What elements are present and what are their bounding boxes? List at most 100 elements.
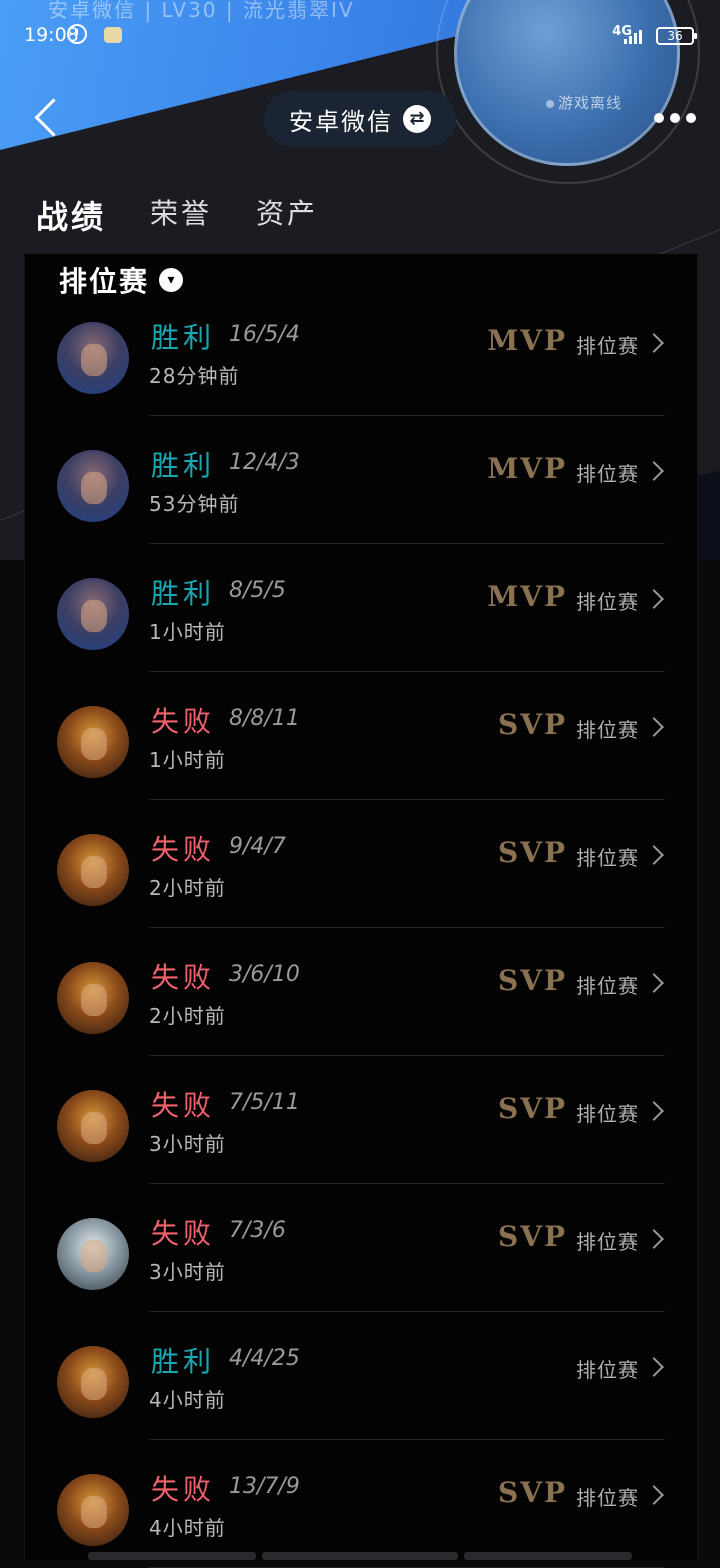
match-mode: 排位赛 — [576, 846, 639, 870]
match-row[interactable]: 失败 13/7/9 4小时前 SVP 排位赛 — [25, 1440, 697, 1568]
match-kda: 9/4/7 — [229, 834, 286, 859]
match-badge: MVP — [487, 580, 567, 613]
tab-assets[interactable]: 资产 — [256, 192, 318, 252]
match-result: 胜利 — [151, 1345, 216, 1378]
match-row[interactable]: 失败 3/6/10 2小时前 SVP 排位赛 — [25, 928, 697, 1056]
profile-ghost-text: 安卓微信 | LV30 | 流光翡翠IV — [48, 0, 355, 22]
match-row[interactable]: 失败 7/5/11 3小时前 SVP 排位赛 — [25, 1056, 697, 1184]
offline-status: 游戏离线 — [545, 92, 622, 113]
match-time: 3小时前 — [149, 1132, 226, 1156]
status-bar: 19:08 4G 36 — [0, 22, 720, 52]
match-row[interactable]: 失败 7/3/6 3小时前 SVP 排位赛 — [25, 1184, 697, 1312]
match-time: 28分钟前 — [149, 364, 240, 388]
match-badge: SVP — [498, 1476, 567, 1509]
match-row[interactable]: 失败 8/8/11 1小时前 SVP 排位赛 — [25, 672, 697, 800]
more-button[interactable] — [654, 108, 702, 128]
hero-avatar — [57, 578, 129, 650]
match-result: 失败 — [151, 961, 216, 994]
more-dot-icon — [686, 113, 696, 123]
match-row[interactable]: 胜利 12/4/3 53分钟前 MVP 排位赛 — [25, 416, 697, 544]
match-badge: SVP — [498, 1220, 567, 1253]
chevron-right-icon — [644, 1357, 664, 1377]
match-result: 胜利 — [151, 449, 216, 482]
status-dot-icon — [545, 100, 554, 108]
chevron-right-icon — [644, 461, 664, 481]
signal-icon — [624, 30, 644, 44]
match-kda: 7/5/11 — [229, 1090, 300, 1115]
hero-avatar — [57, 1346, 129, 1418]
match-time: 3小时前 — [149, 1260, 226, 1284]
match-mode: 排位赛 — [576, 1486, 639, 1510]
match-row[interactable]: 胜利 4/4/25 4小时前 排位赛 — [25, 1312, 697, 1440]
chevron-right-icon — [644, 1485, 664, 1505]
offline-status-label: 游戏离线 — [557, 94, 622, 112]
account-label: 安卓微信 — [289, 107, 393, 136]
match-kda: 8/8/11 — [229, 706, 300, 731]
chevron-right-icon — [644, 973, 664, 993]
match-time: 1小时前 — [149, 620, 226, 644]
match-mode: 排位赛 — [576, 974, 639, 998]
match-result: 失败 — [151, 833, 216, 866]
hero-avatar — [57, 834, 129, 906]
match-time: 1小时前 — [149, 748, 226, 772]
match-time: 53分钟前 — [149, 492, 240, 516]
match-mode: 排位赛 — [576, 334, 639, 358]
match-result: 失败 — [151, 705, 216, 738]
app-notification-icon — [104, 27, 122, 43]
match-badge: MVP — [487, 324, 567, 357]
match-kda: 12/4/3 — [229, 450, 300, 475]
match-badge: SVP — [498, 1092, 567, 1125]
match-mode: 排位赛 — [576, 1102, 639, 1126]
match-kda: 13/7/9 — [229, 1474, 300, 1499]
match-badge: MVP — [487, 452, 567, 485]
match-mode: 排位赛 — [576, 1358, 639, 1382]
match-result: 胜利 — [151, 321, 216, 354]
match-badge: SVP — [498, 964, 567, 997]
match-time: 2小时前 — [149, 876, 226, 900]
match-row[interactable]: 失败 9/4/7 2小时前 SVP 排位赛 — [25, 800, 697, 928]
chevron-right-icon — [644, 845, 664, 865]
hero-avatar — [57, 1218, 129, 1290]
match-badge: SVP — [498, 708, 567, 741]
match-kda: 8/5/5 — [229, 578, 286, 603]
tab-bar: 战绩 荣誉 资产 — [36, 192, 318, 264]
match-time: 4小时前 — [149, 1516, 226, 1540]
match-mode: 排位赛 — [576, 590, 639, 614]
match-kda: 3/6/10 — [229, 962, 300, 987]
match-mode: 排位赛 — [576, 1230, 639, 1254]
match-time: 4小时前 — [149, 1388, 226, 1412]
chevron-right-icon — [644, 717, 664, 737]
hero-avatar — [57, 322, 129, 394]
chevron-right-icon — [644, 1229, 664, 1249]
tab-record[interactable]: 战绩 — [36, 192, 106, 264]
match-result: 胜利 — [151, 577, 216, 610]
hero-avatar — [57, 962, 129, 1034]
tab-honor[interactable]: 荣誉 — [150, 192, 212, 252]
hero-avatar — [57, 1090, 129, 1162]
hero-avatar — [57, 450, 129, 522]
chevron-right-icon — [644, 589, 664, 609]
back-button[interactable] — [30, 96, 70, 144]
match-result: 失败 — [151, 1217, 216, 1250]
chevron-right-icon — [644, 333, 664, 353]
match-kda: 7/3/6 — [229, 1218, 286, 1243]
account-switch-button[interactable]: 安卓微信 ⇄ — [264, 91, 456, 147]
match-badge: SVP — [498, 836, 567, 869]
battery-icon: 36 — [656, 27, 697, 45]
match-row[interactable]: 胜利 8/5/5 1小时前 MVP 排位赛 — [25, 544, 697, 672]
match-kda: 4/4/25 — [229, 1346, 300, 1371]
match-result: 失败 — [151, 1473, 216, 1506]
match-row[interactable]: 胜利 16/5/4 28分钟前 MVP 排位赛 — [25, 288, 697, 416]
chevron-right-icon — [644, 1101, 664, 1121]
match-history-panel: 排位赛 ▾ 胜利 16/5/4 28分钟前 MVP 排位赛 胜利 12/4/3 … — [24, 254, 698, 1568]
swap-icon: ⇄ — [403, 105, 431, 133]
alarm-icon — [67, 24, 87, 44]
match-kda: 16/5/4 — [229, 322, 300, 347]
match-time: 2小时前 — [149, 1004, 226, 1028]
match-mode: 排位赛 — [576, 718, 639, 742]
hero-avatar — [57, 706, 129, 778]
hero-avatar — [57, 1474, 129, 1546]
match-result: 失败 — [151, 1089, 216, 1122]
match-mode: 排位赛 — [576, 462, 639, 486]
more-dot-icon — [654, 113, 664, 123]
